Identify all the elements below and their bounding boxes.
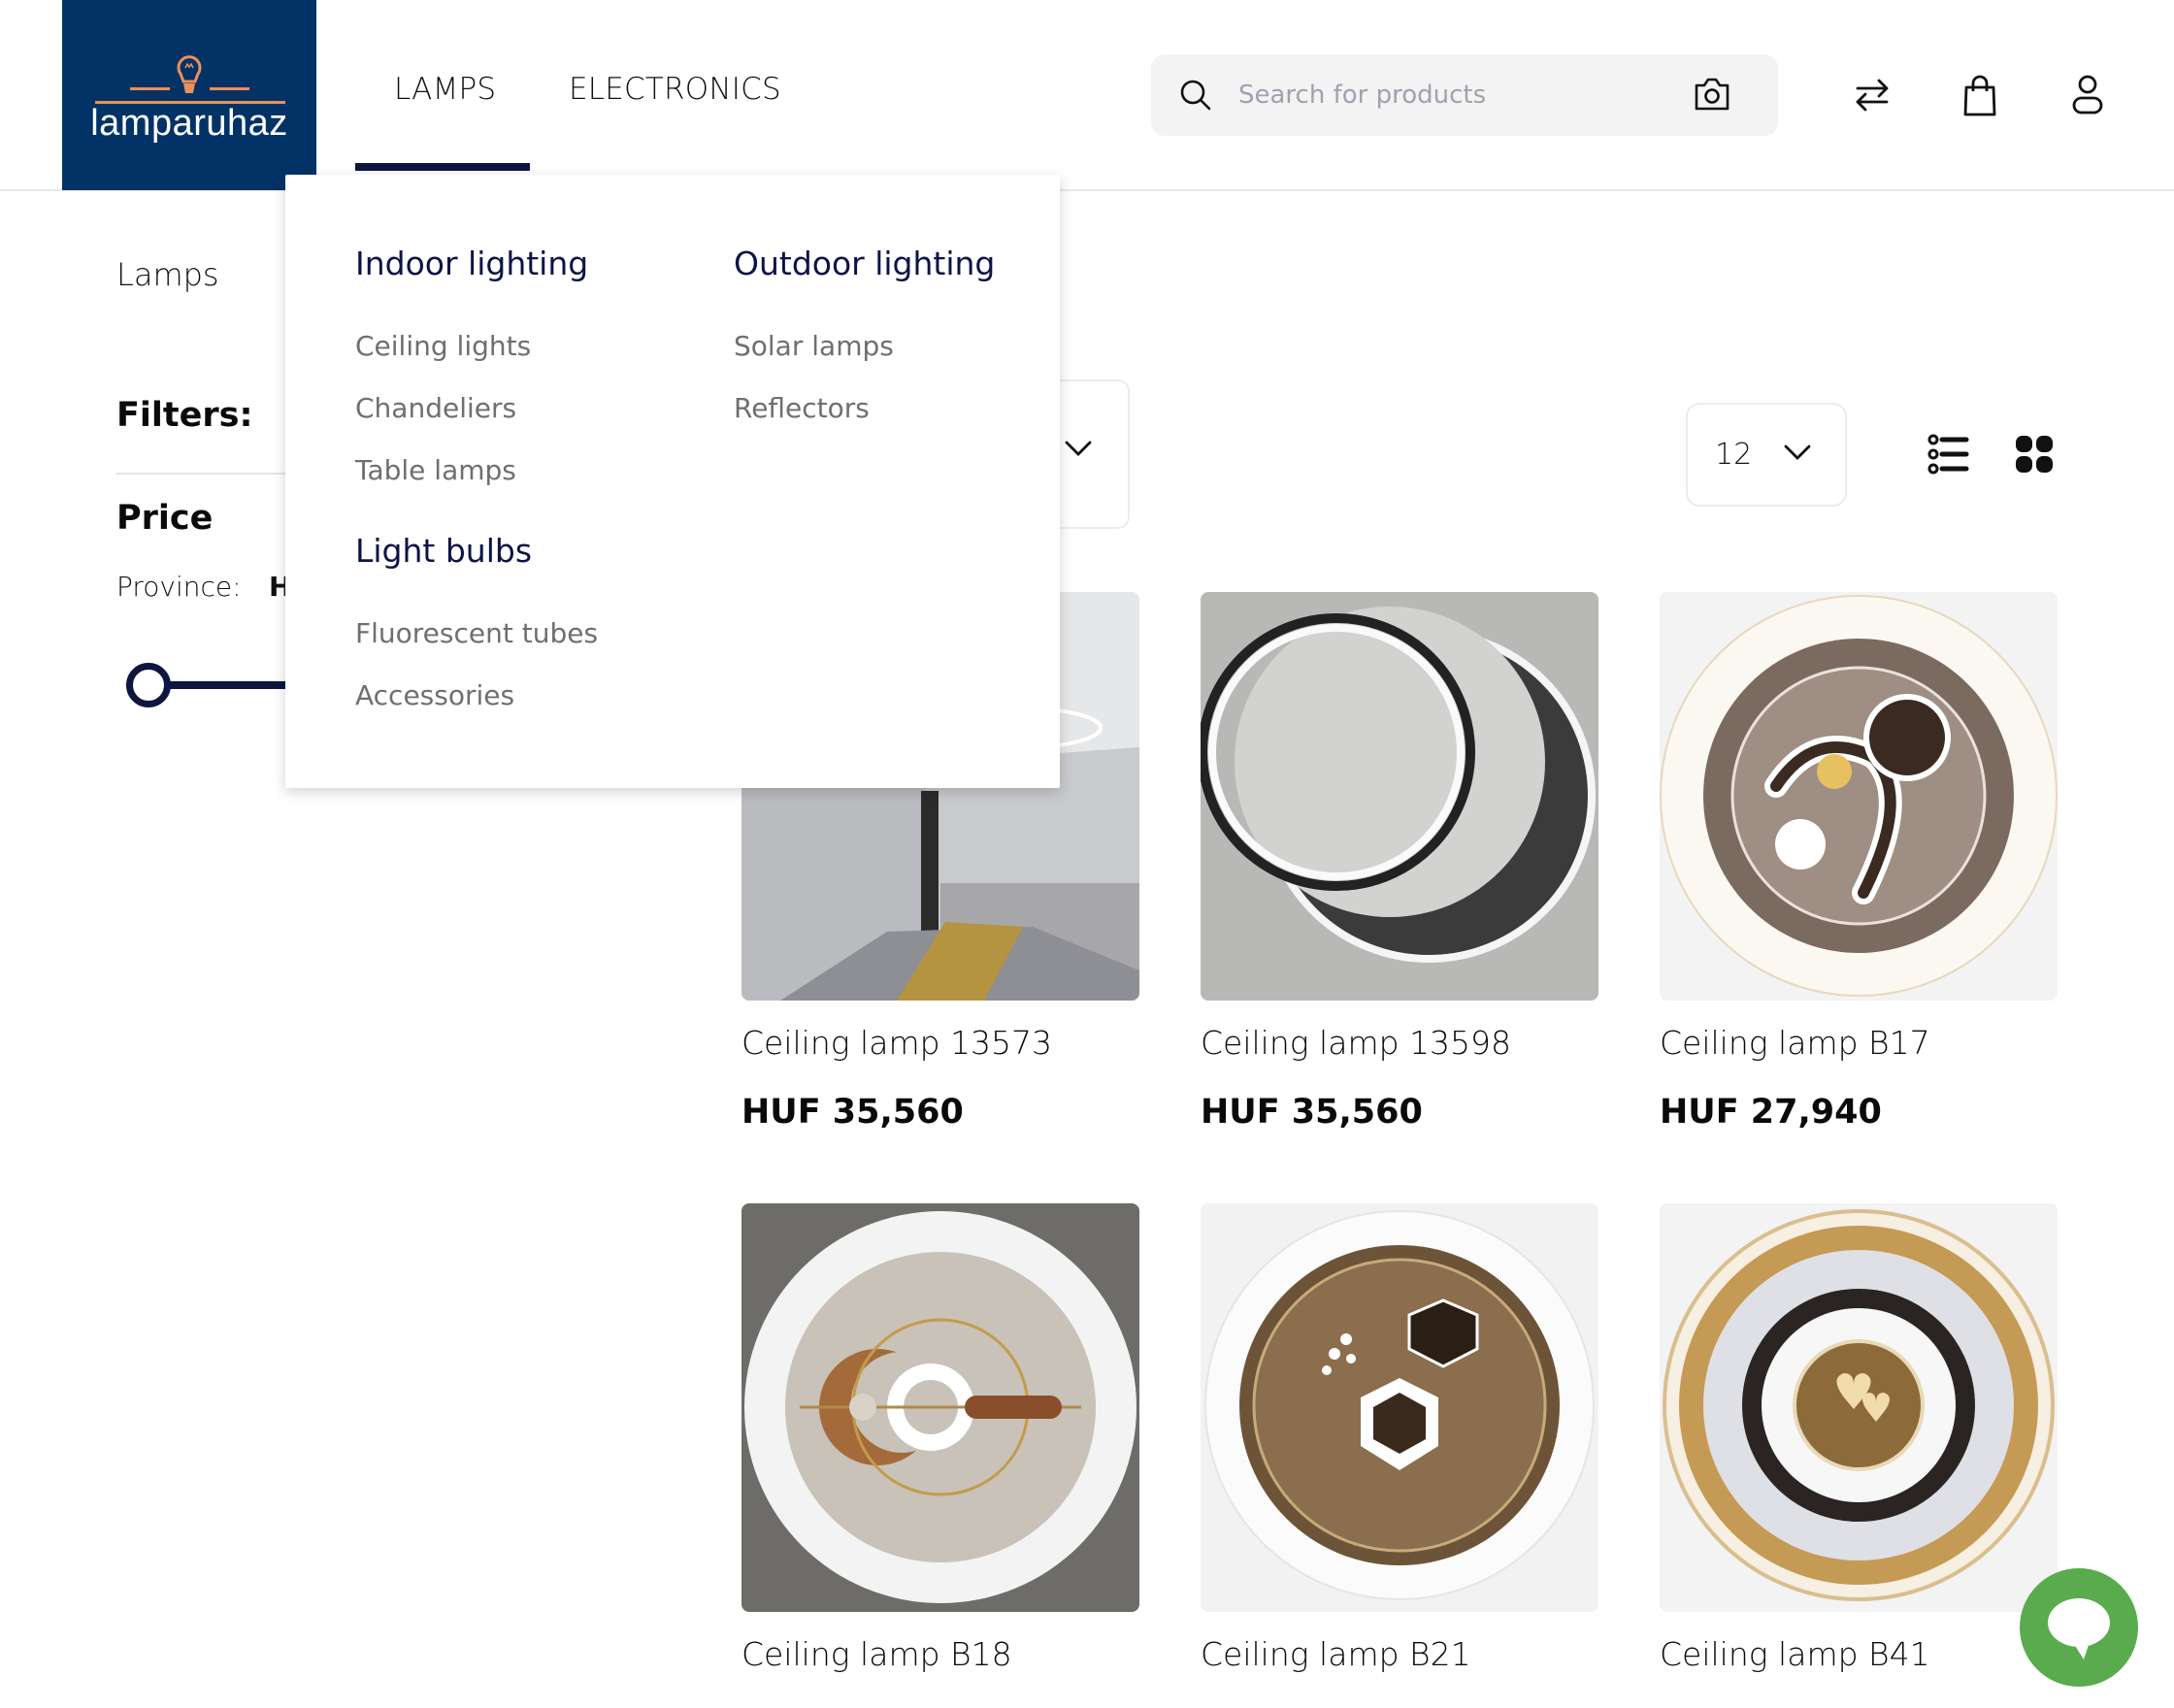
- lamps-mega-menu: Indoor lighting Ceiling lights Chandelie…: [285, 175, 1060, 788]
- product-image[interactable]: [1201, 1203, 1598, 1612]
- product-image[interactable]: [1201, 592, 1598, 1001]
- menu-group-outdoor-lighting[interactable]: Outdoor lighting: [734, 245, 995, 282]
- menu-group-indoor-lighting[interactable]: Indoor lighting: [355, 245, 588, 282]
- product-title[interactable]: Ceiling lamp B18: [741, 1635, 1012, 1673]
- search-input[interactable]: [1238, 72, 1656, 118]
- camera-icon[interactable]: [1693, 76, 1731, 113]
- hexagon-ceiling-lamp-photo: [1201, 1203, 1598, 1612]
- lightbulb-icon: [95, 55, 285, 104]
- brand-name: lamparuhaz: [90, 103, 288, 144]
- price-slider-min-handle[interactable]: [126, 663, 171, 707]
- filters-divider: [116, 473, 291, 475]
- grid-view-icon[interactable]: [2015, 434, 2054, 475]
- cart-bag-icon[interactable]: [1962, 74, 1997, 116]
- per-page-value: 12: [1715, 438, 1753, 472]
- chevron-down-icon: [1065, 441, 1092, 456]
- chat-widget-button[interactable]: [2020, 1568, 2138, 1687]
- compare-icon[interactable]: [1852, 74, 1893, 116]
- product-title[interactable]: Ceiling lamp B41: [1660, 1635, 1930, 1673]
- filters-heading: Filters:: [116, 396, 253, 435]
- list-view-icon[interactable]: [1927, 434, 1970, 475]
- menu-group-light-bulbs[interactable]: Light bulbs: [355, 532, 532, 570]
- chevron-down-icon: [1784, 444, 1811, 460]
- menu-link-ceiling-lights[interactable]: Ceiling lights: [355, 330, 531, 362]
- province-label: Province:: [116, 571, 242, 603]
- menu-link-fluorescent-tubes[interactable]: Fluorescent tubes: [355, 617, 598, 649]
- breadcrumb[interactable]: Lamps: [116, 256, 219, 293]
- per-page-select[interactable]: 12: [1686, 403, 1847, 507]
- menu-link-table-lamps[interactable]: Table lamps: [355, 454, 516, 486]
- menu-link-chandeliers[interactable]: Chandeliers: [355, 392, 516, 424]
- menu-link-accessories[interactable]: Accessories: [355, 679, 514, 711]
- user-account-icon[interactable]: [2070, 74, 2105, 116]
- brand-logo[interactable]: lamparuhaz: [62, 0, 316, 190]
- site-header: lamparuhaz LAMPS ELECTRONICS: [0, 0, 2174, 191]
- product-title[interactable]: Ceiling lamp 13573: [741, 1024, 1052, 1062]
- nav-electronics[interactable]: ELECTRONICS: [569, 72, 781, 107]
- search-icon[interactable]: [1178, 78, 1213, 113]
- product-title[interactable]: Ceiling lamp B17: [1660, 1024, 1930, 1062]
- product-price: HUF 27,940: [1660, 1093, 1882, 1132]
- product-title[interactable]: Ceiling lamp B21: [1201, 1635, 1471, 1673]
- product-image[interactable]: [1660, 592, 2058, 1001]
- price-filter-heading: Price: [116, 499, 214, 538]
- product-image[interactable]: [1660, 1203, 2058, 1612]
- product-price: HUF 35,560: [741, 1093, 964, 1132]
- product-title[interactable]: Ceiling lamp 13598: [1201, 1024, 1511, 1062]
- menu-link-reflectors[interactable]: Reflectors: [734, 392, 870, 424]
- chat-bubble-icon: [2048, 1598, 2110, 1659]
- hearts-ceiling-lamp-photo: [1660, 1203, 2058, 1612]
- moon-ceiling-lamp-photo: [741, 1203, 1139, 1612]
- product-image[interactable]: [741, 1203, 1139, 1612]
- nav-active-indicator: [355, 163, 530, 171]
- menu-link-solar-lamps[interactable]: Solar lamps: [734, 330, 894, 362]
- product-price: HUF 35,560: [1201, 1093, 1423, 1132]
- nav-lamps[interactable]: LAMPS: [394, 72, 496, 107]
- search-bar: [1151, 54, 1778, 136]
- ring-ceiling-lamp-photo: [1201, 592, 1598, 1001]
- flower-ceiling-lamp-photo: [1660, 592, 2058, 1001]
